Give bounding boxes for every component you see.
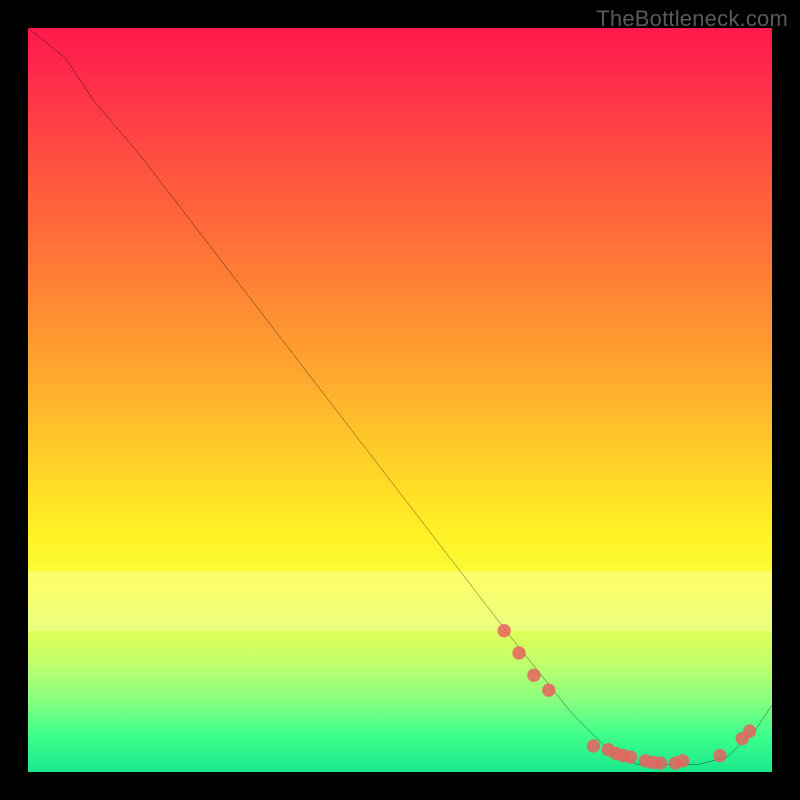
highlight-point <box>587 739 600 752</box>
highlight-point <box>624 750 637 763</box>
highlight-point <box>654 756 667 769</box>
highlight-point <box>676 754 689 767</box>
highlight-point <box>743 724 756 737</box>
highlight-markers <box>497 624 756 770</box>
highlight-point <box>713 749 726 762</box>
highlight-point <box>512 646 525 659</box>
highlight-point <box>527 669 540 682</box>
curve-layer <box>28 28 772 765</box>
plot-svg <box>28 28 772 772</box>
chart-frame: TheBottleneck.com <box>0 0 800 800</box>
bottleneck-curve-path <box>28 28 772 765</box>
watermark-text: TheBottleneck.com <box>596 6 788 32</box>
highlight-point <box>497 624 510 637</box>
highlight-point <box>542 683 555 696</box>
